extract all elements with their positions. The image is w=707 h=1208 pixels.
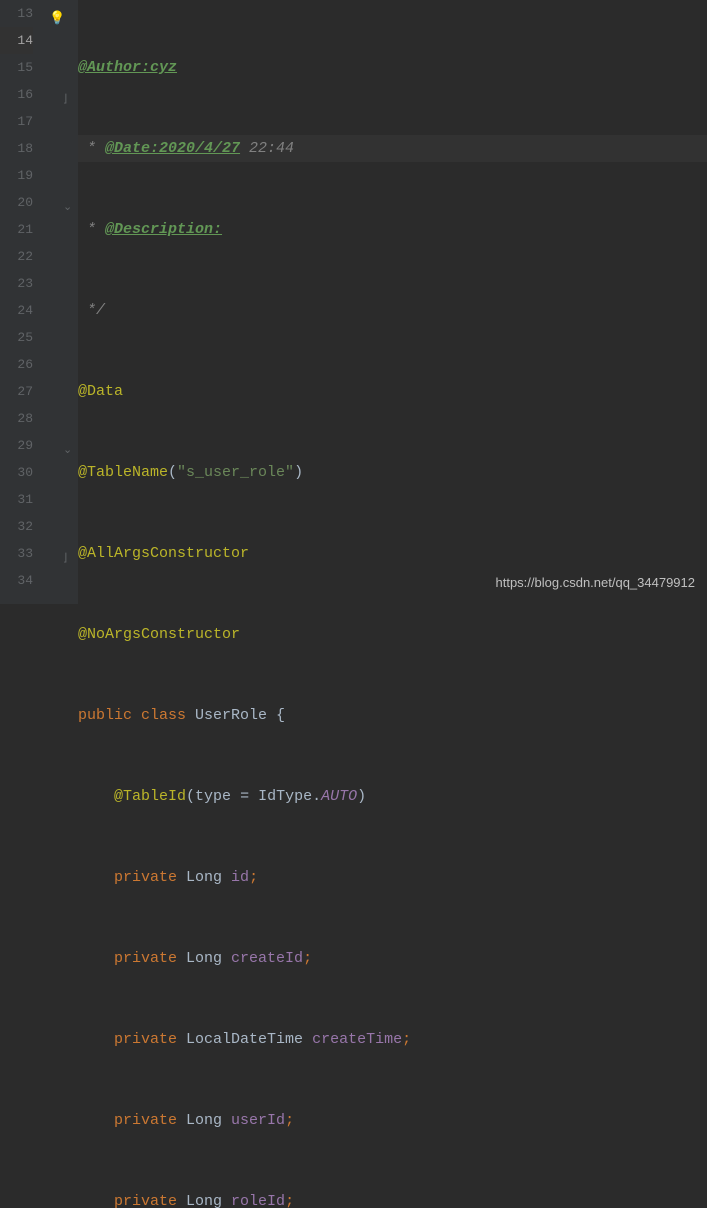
line-number: 29 [0,432,33,459]
annotation: @TableId [114,788,186,805]
fold-start-icon[interactable]: ⌄ [63,438,72,465]
doc-tag: @Author:cyz [78,59,177,76]
line-number: 23 [0,270,33,297]
paren: ( [168,464,177,481]
semicolon: ; [285,1193,294,1208]
line-number: 25 [0,324,33,351]
line-number: 30 [0,459,33,486]
line-number: 19 [0,162,33,189]
type: Long [186,950,231,967]
intention-bulb-icon[interactable]: 💡 [49,5,65,32]
line-number: 16 [0,81,33,108]
code-line[interactable]: private Long createId; [78,945,707,972]
watermark-text: https://blog.csdn.net/qq_34479912 [496,569,696,596]
code-line[interactable]: @TableName("s_user_role") [78,459,707,486]
paren: ( [186,788,195,805]
operator: = [240,788,258,805]
code-line[interactable]: @Author:cyz [78,54,707,81]
line-number: 17 [0,108,33,135]
code-line[interactable]: @AllArgsConstructor [78,540,707,567]
code-line[interactable]: private Long roleId; [78,1188,707,1208]
doc-tag: @Date:2020/4/27 [105,140,240,157]
annotation: @NoArgsConstructor [78,626,240,643]
line-number: 32 [0,513,33,540]
semicolon: ; [303,950,312,967]
semicolon: ; [249,869,258,886]
type: Long [186,869,231,886]
field: userId [231,1112,285,1129]
param: type [195,788,240,805]
line-number: 21 [0,216,33,243]
line-number: 26 [0,351,33,378]
indent [78,950,114,967]
line-number-gutter: 13 14 15 16 17 18 19 20 21 22 23 24 25 2… [0,0,43,604]
keyword: class [141,707,195,724]
paren: ) [357,788,366,805]
keyword: private [114,1031,186,1048]
fold-end-icon[interactable]: ⌋ [63,546,67,573]
line-number: 22 [0,243,33,270]
code-line[interactable]: private LocalDateTime createTime; [78,1026,707,1053]
enum-value: AUTO [321,788,357,805]
code-area[interactable]: @Author:cyz * @Date:2020/4/27 22:44 * @D… [78,0,707,604]
comment-text: * [78,221,105,238]
string-literal: "s_user_role" [177,464,294,481]
annotation: @AllArgsConstructor [78,545,249,562]
indent [78,1193,114,1208]
field: id [231,869,249,886]
fold-start-icon[interactable]: ⌄ [63,195,72,222]
field: roleId [231,1193,285,1208]
brace: { [276,707,285,724]
semicolon: ; [402,1031,411,1048]
line-number: 28 [0,405,33,432]
annotation: @TableName [78,464,168,481]
comment-text: */ [78,302,105,319]
annotation: @Data [78,383,123,400]
type: Long [186,1112,231,1129]
keyword: private [114,1193,186,1208]
indent [78,1112,114,1129]
indent [78,1031,114,1048]
line-number: 13 [0,0,33,27]
line-number: 20 [0,189,33,216]
comment-text: * [78,140,105,157]
line-number: 24 [0,297,33,324]
code-line[interactable]: * @Date:2020/4/27 22:44 [78,135,707,162]
fold-end-icon[interactable]: ⌋ [63,87,67,114]
code-line[interactable]: private Long id; [78,864,707,891]
class-name: UserRole [195,707,276,724]
indent [78,788,114,805]
field: createTime [312,1031,402,1048]
code-line[interactable]: @Data [78,378,707,405]
line-number: 15 [0,54,33,81]
fold-column: 💡 ⌋ ⌄ ⌄ ⌋ [43,0,78,604]
type: Long [186,1193,231,1208]
semicolon: ; [285,1112,294,1129]
code-editor[interactable]: 13 14 15 16 17 18 19 20 21 22 23 24 25 2… [0,0,707,604]
indent [78,869,114,886]
type: LocalDateTime [186,1031,312,1048]
code-line[interactable]: */ [78,297,707,324]
field: createId [231,950,303,967]
line-number: 18 [0,135,33,162]
keyword: private [114,950,186,967]
doc-tag: @Description: [105,221,222,238]
code-line[interactable]: public class UserRole { [78,702,707,729]
code-line[interactable]: @TableId(type = IdType.AUTO) [78,783,707,810]
keyword: private [114,869,186,886]
comment-text: 22:44 [240,140,294,157]
line-number: 14 [0,27,33,54]
line-number: 33 [0,540,33,567]
code-line[interactable]: private Long userId; [78,1107,707,1134]
enum-type: IdType. [258,788,321,805]
line-number: 34 [0,567,33,594]
code-line[interactable]: * @Description: [78,216,707,243]
paren: ) [294,464,303,481]
line-number: 27 [0,378,33,405]
code-line[interactable]: @NoArgsConstructor [78,621,707,648]
keyword: public [78,707,141,724]
line-number: 31 [0,486,33,513]
keyword: private [114,1112,186,1129]
